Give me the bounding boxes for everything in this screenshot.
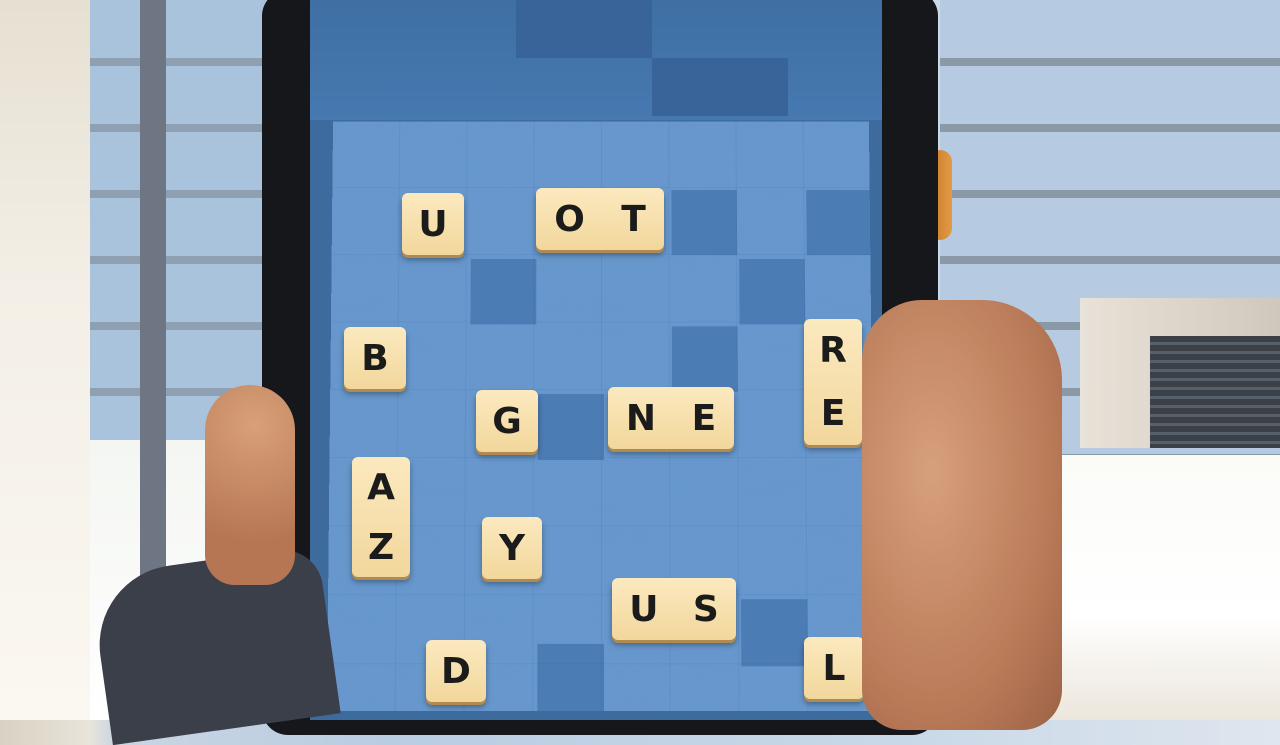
letter-tile-u[interactable]: U [402, 193, 464, 255]
letter-tile-l[interactable]: L [804, 637, 864, 699]
tile-letter: T [621, 198, 646, 240]
tile-letter: S [692, 588, 719, 630]
tile-letter: D [441, 650, 471, 692]
letter-tile-us[interactable]: U S [612, 578, 736, 640]
tile-letter: E [820, 393, 846, 434]
letter-tile-re[interactable]: R E [804, 319, 862, 445]
game-screen: U O T B R E G N E A Z Y U S D L [310, 0, 882, 720]
tile-letter: E [691, 397, 717, 439]
tile-letter: O [554, 198, 585, 240]
letter-tile-d[interactable]: D [426, 640, 486, 702]
letter-tile-g[interactable]: G [476, 390, 538, 452]
tile-letter: Y [498, 527, 526, 569]
letter-tile-b[interactable]: B [344, 327, 406, 389]
letter-tile-ot[interactable]: O T [536, 188, 664, 250]
tile-letter: L [822, 647, 846, 689]
left-thumb [205, 385, 295, 585]
tile-letter: Z [367, 526, 395, 568]
tile-letter: U [629, 588, 659, 630]
tile-letter: U [418, 203, 448, 245]
right-hand [862, 300, 1062, 730]
tile-letter: A [367, 466, 395, 508]
background-building [1080, 298, 1280, 448]
letter-tile-az[interactable]: A Z [352, 457, 410, 577]
tile-letter: B [361, 337, 389, 379]
tile-letter: N [625, 397, 656, 439]
letter-tile-y[interactable]: Y [482, 517, 542, 579]
tile-letter: G [492, 400, 522, 442]
tile-letter: R [819, 330, 847, 371]
screen-header-area [310, 0, 882, 120]
letter-tile-ne[interactable]: N E [608, 387, 734, 449]
